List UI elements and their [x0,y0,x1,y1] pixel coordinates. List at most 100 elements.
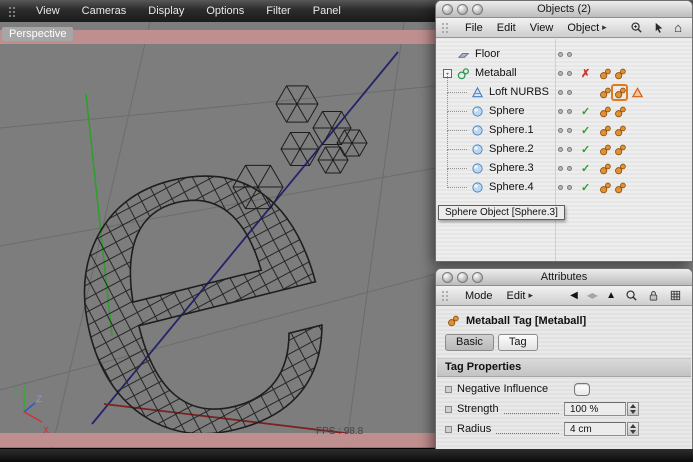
up-arrow-icon[interactable]: ▲ [606,290,616,301]
minimize-button[interactable] [457,271,468,283]
step-down-icon[interactable] [630,410,636,414]
phong-tag-icon[interactable] [631,86,644,99]
search-plus-icon[interactable] [630,21,643,34]
editor-visibility-dot[interactable] [558,52,563,57]
history-pair-icon[interactable]: ◀▶ [587,291,598,300]
render-visibility-dot[interactable] [567,166,572,171]
metaball-tag-icon-selected[interactable] [614,86,627,99]
disabled-cross-icon[interactable]: ✗ [581,67,590,80]
tree-row-metaball[interactable]: - Metaball ✗ [437,64,691,83]
attributes-titlebar[interactable]: Attributes [436,269,692,286]
menu-panel[interactable]: Panel [302,5,352,17]
enabled-check-icon[interactable]: ✓ [581,143,590,156]
render-visibility-dot[interactable] [567,71,572,76]
render-visibility-dot[interactable] [567,90,572,95]
zoom-button[interactable] [472,271,483,283]
tree-row-floor[interactable]: Floor [437,45,691,64]
menu-edit[interactable]: Edit [490,22,523,34]
render-visibility-dot[interactable] [567,128,572,133]
menu-options[interactable]: Options [195,5,255,17]
strength-field[interactable]: 100 % [564,402,626,416]
tab-basic[interactable]: Basic [445,334,494,351]
render-visibility-dot[interactable] [567,185,572,190]
metaball-tag-icon[interactable] [599,162,612,175]
dotted-leader [496,425,559,434]
chevron-right-icon: ▸ [602,22,607,32]
attribute-object-header: Metaball Tag [Metaball] [437,307,691,327]
close-button[interactable] [442,3,453,15]
tree-row-sphere[interactable]: Sphere ✓ [437,93,691,121]
axis-y-label: Y [12,387,19,397]
editor-visibility-dot[interactable] [558,166,563,171]
tree-row-sphere1[interactable]: Sphere.1 ✓ [437,112,691,140]
menu-view[interactable]: View [25,5,71,17]
metaball-tag-icon[interactable] [614,181,627,194]
search-icon[interactable] [625,289,638,302]
metaball-tag-icon[interactable] [599,124,612,137]
grid-icon[interactable] [669,289,682,302]
cursor-icon[interactable] [652,21,665,34]
menu-file[interactable]: File [458,22,490,34]
property-negative-influence: Negative Influence [437,381,691,397]
tree-row-sphere2[interactable]: Sphere.2 ✓ [437,131,691,159]
editor-visibility-dot[interactable] [558,147,563,152]
menu-filter[interactable]: Filter [255,5,301,17]
object-label: Sphere.4 [489,181,534,193]
menu-mode[interactable]: Mode [458,290,500,302]
object-label: Metaball [475,67,517,79]
enabled-check-icon[interactable]: ✓ [581,124,590,137]
metaball-tag-icon[interactable] [614,124,627,137]
menu-cameras[interactable]: Cameras [71,5,138,17]
step-up-icon[interactable] [630,404,636,408]
home-icon[interactable]: ⌂ [674,21,682,34]
keyframe-box[interactable] [445,405,452,413]
object-label: Sphere.1 [489,124,534,136]
tree-row-sphere4[interactable]: Sphere.4 ✓ [437,169,691,197]
keyframe-box[interactable] [445,385,452,393]
metaball-tag-icon[interactable] [599,105,612,118]
render-visibility-dot[interactable] [567,109,572,114]
render-visibility-dot[interactable] [567,52,572,57]
lock-icon[interactable] [647,289,660,302]
property-strength: Strength 100 % [437,401,691,417]
step-down-icon[interactable] [630,430,636,434]
render-visibility-dot[interactable] [567,147,572,152]
menu-object[interactable]: Object [560,22,606,34]
zoom-button[interactable] [472,3,483,15]
enabled-check-icon[interactable]: ✓ [581,181,590,194]
step-up-icon[interactable] [630,424,636,428]
objects-titlebar[interactable]: Objects (2) [436,1,692,18]
editor-visibility-dot[interactable] [558,71,563,76]
editor-visibility-dot[interactable] [558,185,563,190]
viewport-camera-label[interactable]: Perspective [2,27,74,41]
radius-stepper[interactable] [627,422,639,436]
metaball-tag-icon[interactable] [599,143,612,156]
grip-icon[interactable] [8,5,17,17]
enabled-check-icon[interactable]: ✓ [581,105,590,118]
metaball-tag-icon[interactable] [614,162,627,175]
tree-row-loft-nurbs[interactable]: Loft NURBS [437,74,691,102]
editor-visibility-dot[interactable] [558,128,563,133]
negative-influence-checkbox[interactable] [574,382,591,396]
keyframe-box[interactable] [445,425,452,433]
strength-stepper[interactable] [627,402,639,416]
metaball-tag-icon[interactable] [599,67,612,80]
tab-tag[interactable]: Tag [497,334,538,351]
metaball-tag-icon[interactable] [614,67,627,80]
tree-row-sphere3[interactable]: Sphere.3 ✓ [437,150,691,178]
enabled-check-icon[interactable]: ✓ [581,162,590,175]
metaball-tag-icon[interactable] [599,181,612,194]
grip-icon[interactable] [441,22,450,33]
menu-view[interactable]: View [523,22,561,34]
grip-icon[interactable] [441,290,450,301]
menu-display[interactable]: Display [137,5,195,17]
editor-visibility-dot[interactable] [558,109,563,114]
metaball-tag-icon[interactable] [614,143,627,156]
radius-field[interactable]: 4 cm [564,422,626,436]
minimize-button[interactable] [457,3,468,15]
metaball-tag-icon[interactable] [614,105,627,118]
attributes-body: Metaball Tag [Metaball] Basic Tag Tag Pr… [437,307,691,461]
history-back-icon[interactable]: ◀ [570,290,578,301]
editor-visibility-dot[interactable] [558,90,563,95]
close-button[interactable] [442,271,453,283]
